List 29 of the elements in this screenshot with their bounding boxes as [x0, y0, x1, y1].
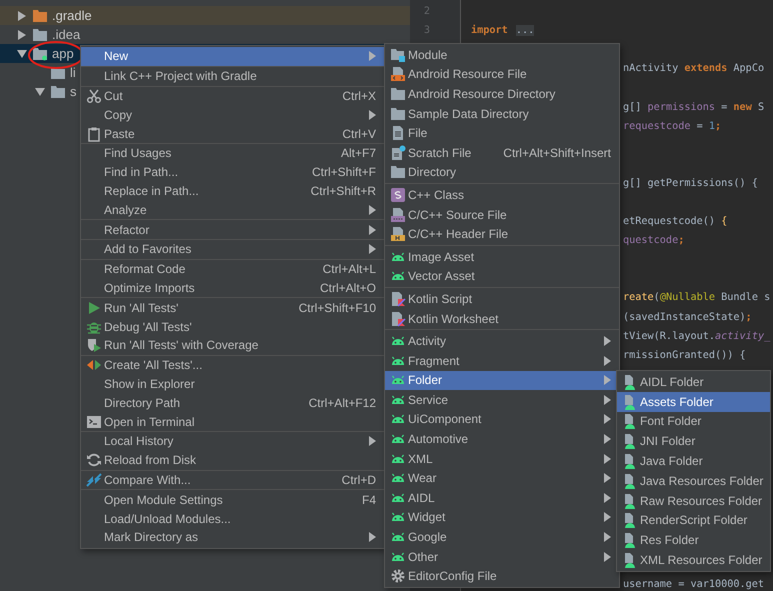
shortcut-label: Alt+F7	[340, 146, 376, 160]
shortcut-label: Ctrl+Alt+F12	[308, 396, 376, 410]
shortcut-label: Ctrl+Shift+F	[312, 165, 376, 180]
code-line: tView(R.layout.activity_	[623, 330, 770, 342]
code-line: questcode;	[623, 235, 684, 246]
tree-label: .gradle	[52, 8, 92, 23]
shortcut-label: Ctrl+Alt+Shift+Insert	[503, 146, 611, 160]
shortcut-label: Ctrl+D	[342, 472, 376, 487]
code-line: rmissionGranted()) {	[623, 350, 746, 361]
code-line: g[] getPermissions() {	[623, 178, 758, 189]
shortcut-label: F4	[362, 492, 376, 507]
shortcut-label: Ctrl+X	[342, 88, 376, 103]
shortcut-label: Ctrl+Alt+O	[320, 280, 376, 295]
code-line: etRequestcode() {	[623, 216, 728, 228]
shortcut-label: Ctrl+Shift+R	[310, 184, 376, 198]
code-line: requestcode = 1;	[623, 120, 722, 132]
shortcut-label: Ctrl+V	[342, 126, 376, 141]
tree-label: li	[70, 65, 76, 80]
shortcut-label: Ctrl+Alt+L	[322, 262, 376, 276]
code-line: reate(@Nullable Bundle s	[623, 292, 770, 304]
code-line: g[] permissions = new S	[623, 102, 764, 113]
code-line: username = var10000.get	[623, 578, 764, 590]
code-line: import ...	[471, 25, 534, 36]
code-line: (savedInstanceState);	[623, 312, 752, 323]
code-line: nActivity extends AppCo	[623, 63, 764, 74]
tree-label: s	[70, 84, 76, 99]
tree-label: .idea	[52, 27, 80, 42]
tree-label: app	[52, 46, 74, 61]
shortcut-label: Ctrl+Shift+F10	[298, 300, 376, 315]
